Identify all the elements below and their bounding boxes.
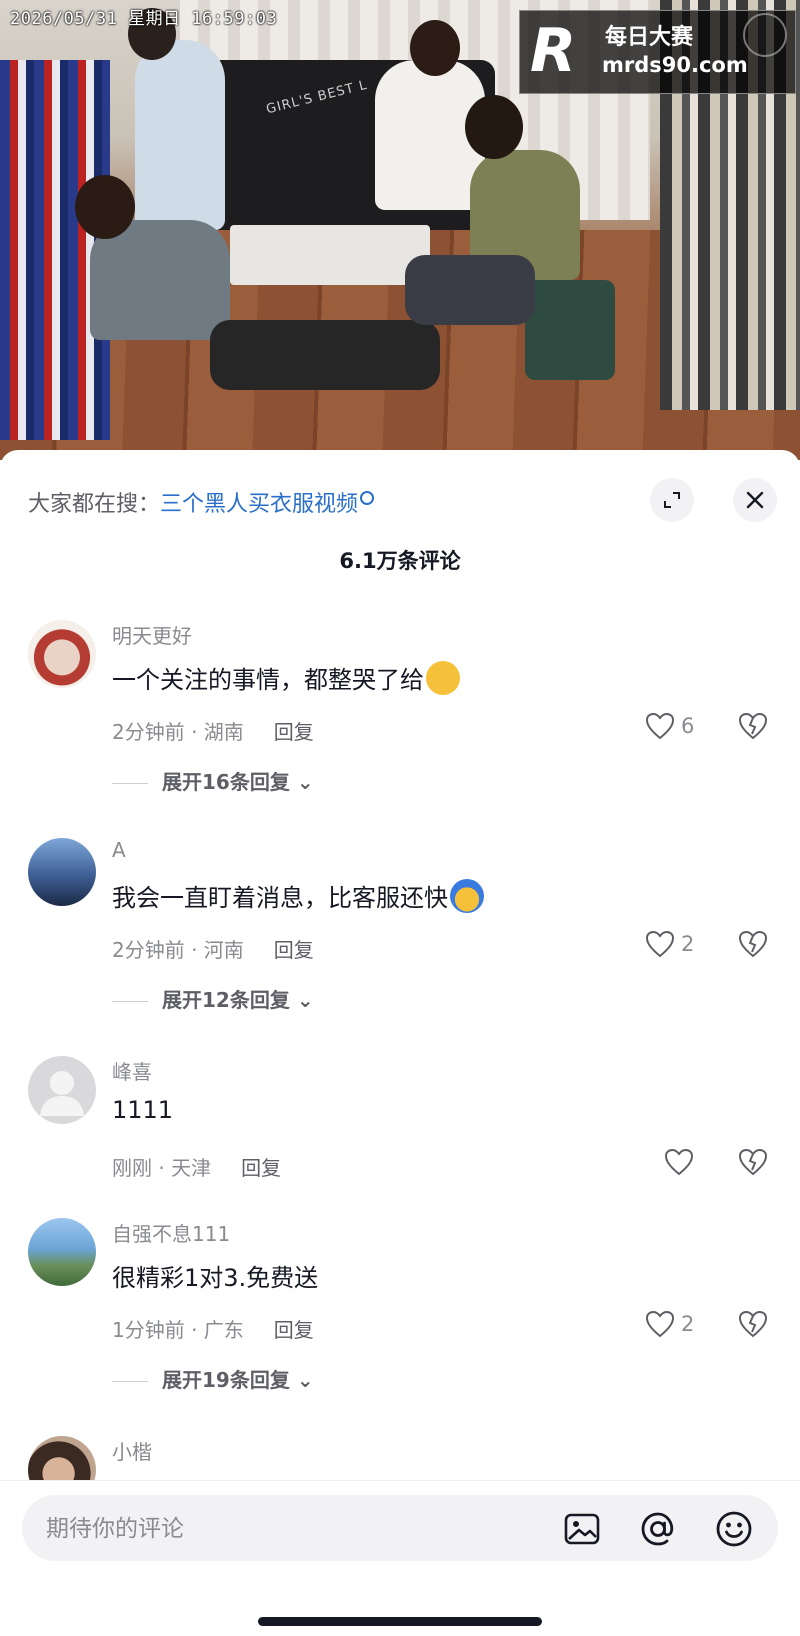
- divider: [112, 1381, 148, 1382]
- chevron-down-icon: ⌄: [296, 770, 314, 794]
- logo-text: 每日大赛: [605, 25, 694, 50]
- comment-meta: 1分钟前 · 广东 回复: [112, 1314, 314, 1343]
- person-olive-legs: [405, 255, 535, 325]
- reply-button[interactable]: 回复: [241, 1156, 281, 1180]
- dislike-button[interactable]: [738, 1148, 768, 1180]
- comment-text: 一个关注的事情，都整哭了给: [112, 660, 460, 698]
- divider: [112, 1001, 148, 1002]
- comment-username[interactable]: 明天更好: [112, 620, 192, 649]
- comment-username[interactable]: 自强不息111: [112, 1218, 230, 1247]
- comment-input-bar: [0, 1480, 800, 1636]
- like-button[interactable]: 6: [645, 712, 694, 740]
- search-suggestion[interactable]: 大家都在搜：三个黑人买衣服视频: [28, 486, 375, 518]
- stool: [525, 280, 615, 380]
- search-prefix: 大家都在搜：: [28, 492, 161, 517]
- like-button[interactable]: 2: [645, 1310, 694, 1338]
- logo-url: mrds90.com: [602, 53, 748, 77]
- broken-heart-icon: [738, 930, 768, 958]
- search-icon: [360, 491, 375, 505]
- comment-time-location: 刚刚 · 天津: [112, 1156, 212, 1180]
- expand-replies-label: 展开19条回复: [162, 1368, 290, 1392]
- like-count: 2: [681, 1312, 695, 1336]
- video-timestamp: 2026/05/31 星期日 16:59:03: [10, 9, 278, 29]
- expand-replies-label: 展开12条回复: [162, 988, 290, 1012]
- avatar[interactable]: [28, 838, 96, 906]
- avatar[interactable]: [28, 1056, 96, 1124]
- comment-meta: 刚刚 · 天津 回复: [112, 1152, 281, 1181]
- logo-r-mark: R: [530, 16, 577, 86]
- expand-replies-label: 展开16条回复: [162, 770, 290, 794]
- comment-sheet: 大家都在搜：三个黑人买衣服视频 6.1万条评论 明天更好 一个关注的事情，都整哭…: [0, 450, 800, 1635]
- comment-time-location: 2分钟前 · 河南: [112, 938, 244, 962]
- heart-icon: [645, 1310, 675, 1338]
- comment-count: 6.1万条评论: [339, 549, 461, 573]
- close-icon: [746, 491, 764, 509]
- at-icon[interactable]: [638, 1509, 678, 1549]
- chevron-down-icon: ⌄: [296, 988, 314, 1012]
- comment-meta: 2分钟前 · 湖南 回复: [112, 716, 314, 745]
- comment-input[interactable]: [44, 1495, 528, 1563]
- like-button[interactable]: 2: [645, 930, 694, 958]
- expand-icon: [664, 492, 680, 508]
- comment-username[interactable]: 小楷: [112, 1436, 152, 1465]
- comment-username[interactable]: 峰喜: [112, 1056, 152, 1085]
- expand-button[interactable]: [650, 478, 694, 522]
- expand-replies-button[interactable]: 展开12条回复 ⌄: [112, 984, 314, 1013]
- expand-replies-button[interactable]: 展开16条回复 ⌄: [112, 766, 314, 795]
- heart-icon: [645, 712, 675, 740]
- reply-button[interactable]: 回复: [274, 720, 314, 744]
- person-grey-legs: [210, 320, 440, 390]
- broken-heart-icon: [738, 1148, 768, 1176]
- heart-icon: [645, 930, 675, 958]
- person-white-shirt-head: [410, 20, 460, 76]
- video-player[interactable]: GIRL'S BEST L 2026/05/31 星期日 16:59:03 R …: [0, 0, 800, 460]
- reply-button[interactable]: 回复: [274, 1318, 314, 1342]
- watermark-logo: R 每日大赛 mrds90.com: [519, 10, 796, 94]
- expand-replies-button[interactable]: 展开19条回复 ⌄: [112, 1364, 314, 1393]
- coffee-table: [230, 225, 430, 285]
- comment-text-content: 我会一直盯着消息，比客服还快: [112, 884, 448, 912]
- default-avatar-icon: [40, 1071, 84, 1116]
- comment-text: 我会一直盯着消息，比客服还快: [112, 878, 484, 916]
- like-count: 6: [681, 714, 695, 738]
- heart-icon: [664, 1148, 694, 1176]
- comment-time-location: 1分钟前 · 广东: [112, 1318, 244, 1342]
- comment-text-content: 一个关注的事情，都整哭了给: [112, 666, 424, 694]
- emoji-icon: [450, 879, 484, 913]
- comment-username[interactable]: A: [112, 838, 126, 862]
- comment-input-container: [22, 1495, 778, 1563]
- person-olive-shirt-head: [465, 95, 523, 159]
- comment-text: 1111: [112, 1096, 174, 1124]
- image-icon[interactable]: [562, 1509, 602, 1549]
- comment-time-location: 2分钟前 · 湖南: [112, 720, 244, 744]
- like-button[interactable]: [664, 1148, 694, 1176]
- broken-heart-icon: [738, 712, 768, 740]
- dislike-button[interactable]: [738, 1310, 768, 1342]
- comment-meta: 2分钟前 · 河南 回复: [112, 934, 314, 963]
- chevron-down-icon: ⌄: [296, 1368, 314, 1392]
- divider: [112, 783, 148, 784]
- emoji-icon: [426, 661, 460, 695]
- avatar[interactable]: [28, 620, 96, 688]
- broken-heart-icon: [738, 1310, 768, 1338]
- logo-emblem-icon: [743, 13, 787, 57]
- search-query-link[interactable]: 三个黑人买衣服视频: [160, 492, 358, 517]
- dislike-button[interactable]: [738, 930, 768, 962]
- reply-button[interactable]: 回复: [274, 938, 314, 962]
- avatar[interactable]: [28, 1218, 96, 1286]
- dislike-button[interactable]: [738, 712, 768, 744]
- close-button[interactable]: [733, 478, 777, 522]
- person-grey-shirt-head: [75, 175, 135, 239]
- like-count: 2: [681, 932, 695, 956]
- person-woman: [135, 40, 225, 230]
- comment-text: 很精彩1对3.免费送: [112, 1264, 319, 1292]
- home-indicator: [258, 1617, 542, 1626]
- emoji-icon[interactable]: [714, 1509, 754, 1549]
